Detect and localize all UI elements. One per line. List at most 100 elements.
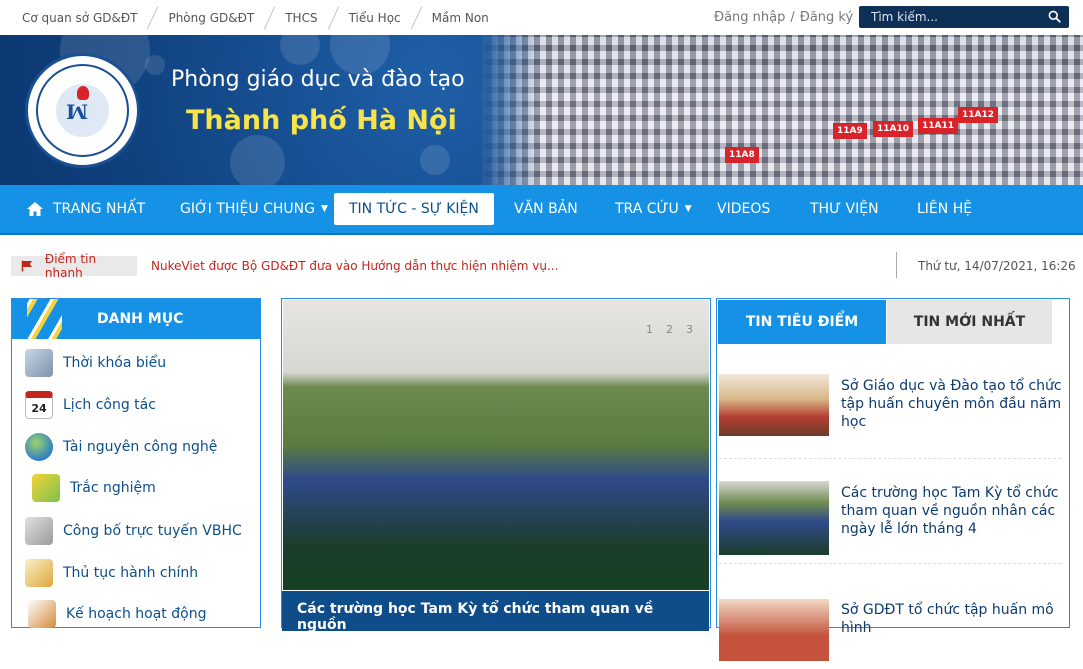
news-thumbnail[interactable] <box>719 481 829 555</box>
menu-item-tai-nguyen[interactable]: Tài nguyên công nghệ <box>25 429 217 465</box>
search-box <box>859 6 1069 28</box>
class-sign: 11A10 <box>873 121 914 137</box>
menu-item-label: Tài nguyên công nghệ <box>63 439 218 455</box>
decor-bubble <box>230 135 285 185</box>
class-sign: 11A11 <box>918 118 959 134</box>
news-title[interactable]: Sở Giáo dục và Đào tạo tổ chức tập huấn … <box>841 377 1063 431</box>
nav-item-tin-tuc[interactable]: TIN TỨC - SỰ KIỆN <box>334 193 494 225</box>
class-sign: 11A12 <box>958 107 999 123</box>
menu-item-label: Công bố trực tuyến VBHC <box>63 523 242 539</box>
menu-item-trac-nghiem[interactable]: Trắc nghiệm <box>32 470 156 506</box>
slide-caption[interactable]: Các trường học Tam Kỳ tổ chức tham quan … <box>282 591 709 633</box>
ticker-label-text: Điểm tin nhanh <box>44 252 97 280</box>
news-thumbnail[interactable] <box>719 374 829 436</box>
toplink-thcs[interactable]: THCS <box>285 11 317 25</box>
toplink-mam-non[interactable]: Mầm Non <box>432 11 489 25</box>
auth-links: Đăng nhập / Đăng ký <box>714 0 853 35</box>
decor-bubble <box>420 145 450 175</box>
news-panel: TIN TIÊU ĐIỂM TIN MỚI NHẤT Sở Giáo dục v… <box>716 298 1070 661</box>
class-sign: 11A9 <box>833 123 867 139</box>
search-input[interactable] <box>859 10 1039 24</box>
news-item[interactable]: Các trường học Tam Kỳ tổ chức tham quan … <box>719 459 1061 564</box>
tab-tin-tieu-diem[interactable]: TIN TIÊU ĐIỂM <box>718 300 886 344</box>
divider <box>896 252 897 278</box>
slider-page-1[interactable]: 1 <box>646 323 653 336</box>
top-links: Cơ quan sở GD&ĐT Phòng GD&ĐT THCS Tiểu H… <box>22 0 489 35</box>
news-item[interactable]: Sở GDĐT tổ chức tập huấn mô hình <box>719 564 1061 669</box>
slider-page-2[interactable]: 2 <box>666 323 673 336</box>
timetable-icon <box>25 349 53 377</box>
calendar-day: 24 <box>31 401 47 415</box>
menu-item-label: Trắc nghiệm <box>70 480 156 496</box>
nav-item-label: VĂN BẢN <box>514 201 578 217</box>
toplink-tieu-hoc[interactable]: Tiểu Học <box>349 11 401 25</box>
school-logo[interactable]: ꟽ <box>25 53 140 168</box>
news-title[interactable]: Các trường học Tam Kỳ tổ chức tham quan … <box>841 484 1063 538</box>
class-sign: 11A8 <box>725 147 759 163</box>
divider <box>410 6 422 29</box>
nav-item-label: VIDEOS <box>717 201 771 217</box>
nav-item-gioi-thieu[interactable]: GIỚI THIỆU CHUNG ▼ <box>180 185 328 233</box>
decor-bubble <box>280 35 320 65</box>
menu-item-label: Thời khóa biểu <box>63 355 167 371</box>
globe-icon <box>25 433 53 461</box>
toplink-phong-gddt[interactable]: Phòng GD&ĐT <box>168 11 254 25</box>
book-icon: ꟽ <box>66 100 89 124</box>
slide-image[interactable] <box>283 300 709 590</box>
decor-bubble <box>145 55 165 75</box>
divider <box>327 6 339 29</box>
menu-title: DANH MỤC <box>97 311 184 327</box>
nav-item-label: TIN TỨC - SỰ KIỆN <box>349 201 479 217</box>
calendar-icon: 24 <box>25 391 53 419</box>
top-bar: Cơ quan sở GD&ĐT Phòng GD&ĐT THCS Tiểu H… <box>0 0 1083 35</box>
home-icon <box>27 202 43 216</box>
menu-item-label: Thủ tục hành chính <box>63 565 199 581</box>
register-link[interactable]: Đăng ký <box>800 10 853 25</box>
menu-item-lich-cong-tac[interactable]: 24 Lịch công tác <box>25 387 156 423</box>
menu-item-thu-tuc[interactable]: Thủ tục hành chính <box>25 555 198 591</box>
login-link[interactable]: Đăng nhập <box>714 10 785 25</box>
menu-header: DANH MỤC <box>12 299 260 339</box>
current-datetime: Thứ tư, 14/07/2021, 16:26 <box>918 259 1076 273</box>
featured-slider[interactable] <box>281 298 711 628</box>
site-title-line1: Phòng giáo dục và đào tạo <box>171 67 465 92</box>
site-title-line2: Thành phố Hà Nội <box>186 105 457 136</box>
divider <box>147 6 159 29</box>
nav-item-label: TRA CỨU <box>615 201 679 217</box>
search-icon[interactable] <box>1048 10 1061 23</box>
nav-item-label: THƯ VIỆN <box>810 201 879 217</box>
nav-item-tra-cuu[interactable]: TRA CỨU ▼ <box>615 185 692 233</box>
nav-item-thu-vien[interactable]: THƯ VIỆN <box>810 185 879 233</box>
ticker-label: Điểm tin nhanh <box>11 252 137 280</box>
menu-item-thoi-khoa-bieu[interactable]: Thời khóa biểu <box>25 345 166 381</box>
quiz-icon <box>32 474 60 502</box>
divider <box>264 6 276 29</box>
flag-icon <box>21 260 32 272</box>
main-nav: TRANG NHẤT GIỚI THIỆU CHUNG ▼ TIN TỨC - … <box>0 185 1083 235</box>
slider-page-3[interactable]: 3 <box>686 323 693 336</box>
menu-item-label: Lịch công tác <box>63 397 156 413</box>
toplink-so-gddt[interactable]: Cơ quan sở GD&ĐT <box>22 11 137 25</box>
caret-down-icon: ▼ <box>684 204 692 214</box>
header-banner: ꟽ Phòng giáo dục và đào tạo Thành phố Hà… <box>0 35 1083 185</box>
tab-tin-moi-nhat[interactable]: TIN MỚI NHẤT <box>887 300 1052 344</box>
nav-item-videos[interactable]: VIDEOS <box>717 185 770 233</box>
nav-item-label: TRANG NHẤT <box>53 201 146 217</box>
news-thumbnail[interactable] <box>719 599 829 661</box>
nav-item-home[interactable]: TRANG NHẤT <box>26 185 145 233</box>
stripes-decor <box>27 299 62 339</box>
plan-icon <box>28 600 56 628</box>
nav-item-lien-he[interactable]: LIÊN HỆ <box>917 185 972 233</box>
clipboard-icon <box>25 559 53 587</box>
slider-pagination: 1 2 3 <box>646 323 693 336</box>
menu-item-ke-hoach[interactable]: Kế hoạch hoạt động <box>28 596 206 632</box>
ticker-headline[interactable]: NukeViet được Bộ GD&ĐT đưa vào Hướng dẫn… <box>151 256 558 276</box>
news-title[interactable]: Sở GDĐT tổ chức tập huấn mô hình <box>841 601 1063 637</box>
news-item[interactable]: Sở Giáo dục và Đào tạo tổ chức tập huấn … <box>719 354 1063 459</box>
menu-item-cong-bo[interactable]: Công bố trực tuyến VBHC <box>25 513 242 549</box>
document-icon <box>25 517 53 545</box>
auth-separator: / <box>790 10 795 25</box>
torch-icon <box>77 86 89 100</box>
nav-item-label: LIÊN HỆ <box>917 201 973 217</box>
nav-item-van-ban[interactable]: VĂN BẢN <box>514 185 578 233</box>
